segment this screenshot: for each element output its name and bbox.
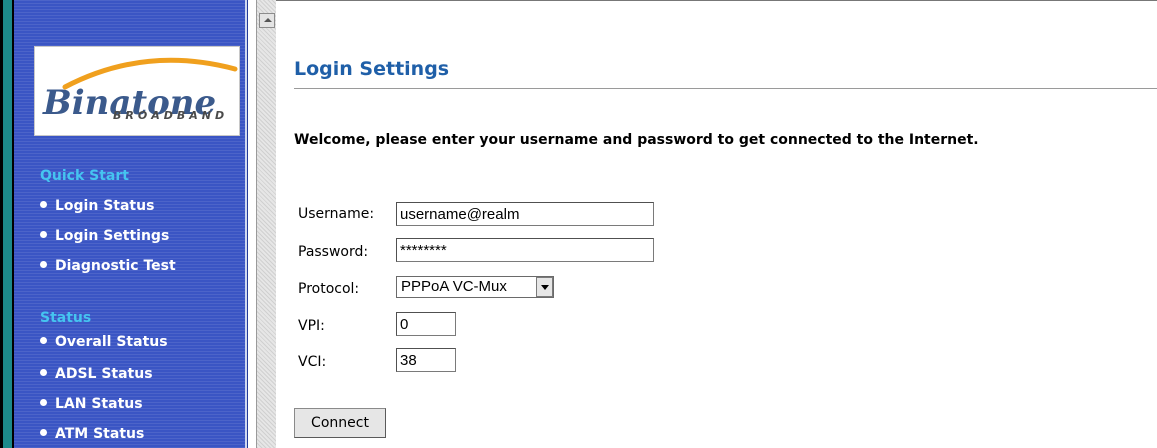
- nav-item-diagnostic-test[interactable]: Diagnostic Test: [40, 258, 176, 274]
- vpi-field[interactable]: [396, 312, 456, 336]
- arrow-up-icon: [264, 18, 272, 22]
- username-field[interactable]: [396, 202, 654, 226]
- chevron-down-icon: [541, 285, 549, 290]
- main-content: Login Settings Welcome, please enter you…: [276, 0, 1157, 448]
- nav-item-overall-status[interactable]: Overall Status: [40, 334, 168, 350]
- nav-item-label: Login Status: [55, 198, 155, 214]
- nav-item-atm-status[interactable]: ATM Status: [40, 426, 144, 442]
- vci-label: VCI:: [298, 354, 327, 370]
- title-divider: [294, 88, 1157, 89]
- nav-item-lan-status[interactable]: LAN Status: [40, 396, 143, 412]
- brand-logo: Binatone BROADBAND: [34, 46, 240, 136]
- nav-item-login-settings[interactable]: Login Settings: [40, 228, 169, 244]
- protocol-label: Protocol:: [298, 281, 360, 297]
- bullet-icon: [40, 369, 47, 376]
- connect-button[interactable]: Connect: [294, 408, 386, 438]
- section-title-status: Status: [40, 310, 92, 326]
- nav-item-label: Diagnostic Test: [55, 258, 176, 274]
- bullet-icon: [40, 261, 47, 268]
- welcome-message: Welcome, please enter your username and …: [294, 132, 979, 148]
- username-label: Username:: [298, 206, 375, 222]
- protocol-select[interactable]: PPPoA VC-Mux: [396, 276, 554, 298]
- nav-item-adsl-status[interactable]: ADSL Status: [40, 366, 153, 382]
- protocol-selected-value: PPPoA VC-Mux: [401, 278, 507, 295]
- bullet-icon: [40, 231, 47, 238]
- bullet-icon: [40, 399, 47, 406]
- dropdown-button[interactable]: [536, 277, 553, 297]
- sidebar: Binatone BROADBAND Quick Start Login Sta…: [0, 0, 256, 448]
- password-label: Password:: [298, 244, 369, 260]
- frame-edge-accent: [3, 0, 12, 448]
- nav-item-label: LAN Status: [55, 396, 143, 412]
- section-title-quick-start: Quick Start: [40, 168, 129, 184]
- bullet-icon: [40, 201, 47, 208]
- vpi-label: VPI:: [298, 318, 325, 334]
- nav-item-label: ATM Status: [55, 426, 145, 442]
- nav-item-login-status[interactable]: Login Status: [40, 198, 154, 214]
- vci-field[interactable]: [396, 348, 456, 372]
- bullet-icon: [40, 429, 47, 436]
- page-title: Login Settings: [294, 58, 450, 80]
- vertical-scrollbar[interactable]: [256, 0, 276, 448]
- sidebar-divider: [247, 0, 248, 448]
- logo-tagline: BROADBAND: [113, 109, 229, 122]
- bullet-icon: [40, 337, 47, 344]
- nav-item-label: Overall Status: [55, 334, 168, 350]
- password-field[interactable]: [396, 238, 654, 262]
- nav-item-label: ADSL Status: [55, 366, 153, 382]
- scroll-up-button[interactable]: [259, 13, 275, 28]
- nav-item-label: Login Settings: [55, 228, 170, 244]
